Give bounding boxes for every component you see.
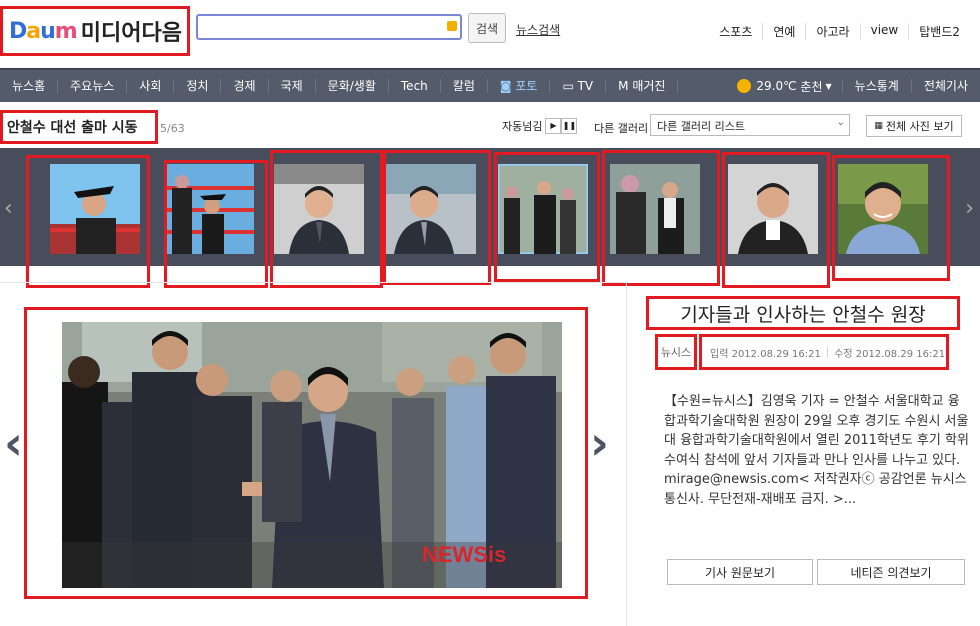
- article-body: 【수원=뉴시스】김영욱 기자 = 안철수 서울대학교 융합과학기술대학원 원장이…: [664, 394, 969, 507]
- article-source[interactable]: 뉴시스: [655, 334, 697, 370]
- search-input[interactable]: [196, 14, 462, 40]
- autoplay-label: 자동넘김: [502, 120, 543, 133]
- nav-economy[interactable]: 경제: [221, 79, 269, 93]
- grid-icon: ▦: [874, 121, 883, 131]
- tv-icon: ▭: [562, 79, 578, 93]
- chevron-down-icon: ▼: [825, 81, 832, 91]
- weather-city: 춘천: [800, 79, 823, 94]
- nav-tv-label: TV: [577, 79, 594, 93]
- nav-politics[interactable]: 정치: [174, 79, 222, 93]
- nav-culture[interactable]: 문화/생활: [316, 79, 389, 93]
- thumbnail-5-highlight: [494, 152, 600, 282]
- nav-photo[interactable]: ◙ 포토: [488, 79, 551, 93]
- search-button[interactable]: 검색: [468, 13, 506, 43]
- nav-all-articles[interactable]: 전체기사: [912, 79, 980, 93]
- gallery-count: 5/63: [160, 122, 185, 135]
- top-nav-entertainment[interactable]: 연예: [762, 23, 805, 40]
- divider: [0, 282, 626, 283]
- site-title: 미디어다음: [80, 21, 182, 46]
- thumbnail-4-highlight: [383, 150, 491, 285]
- nav-news-stats[interactable]: 뉴스통계: [841, 79, 912, 93]
- nav-tech[interactable]: Tech: [389, 79, 441, 93]
- thumbnail-7-highlight: [722, 152, 830, 288]
- separator: |: [825, 346, 830, 358]
- news-search-link[interactable]: 뉴스검색: [516, 21, 560, 38]
- nav-tv[interactable]: ▭ TV: [550, 79, 607, 93]
- thumbnail-1-highlight: [26, 155, 150, 288]
- original-article-button[interactable]: 기사 원문보기: [667, 559, 813, 585]
- other-gallery-label: 다른 갤러리: [594, 122, 649, 135]
- sun-icon: [737, 79, 752, 93]
- top-nav-view[interactable]: view: [859, 23, 909, 40]
- nav-top-news[interactable]: 주요뉴스: [58, 79, 128, 93]
- top-nav: 스포츠 연예 아고라 view 탑밴드2: [709, 23, 970, 40]
- nav-magazine-label: 매거진: [632, 79, 666, 93]
- nav-magazine[interactable]: M 매거진: [606, 79, 679, 93]
- top-nav-topband[interactable]: 탑밴드2: [908, 23, 970, 40]
- weather-temp: 29.0℃: [756, 79, 797, 93]
- thumbnail-6-highlight: [602, 150, 720, 286]
- other-gallery-select[interactable]: 다른 갤러리 리스트 ⌄: [650, 114, 850, 136]
- autoplay-control: 자동넘김 ▶ ❚❚: [502, 118, 578, 134]
- chevron-down-icon: ⌄: [836, 117, 845, 128]
- nav-world[interactable]: 국제: [269, 79, 316, 93]
- main-photo-highlight: [24, 307, 588, 599]
- strip-next-icon[interactable]: ›: [965, 196, 974, 221]
- article-dates: 입력 2012.08.29 16:21 | 수정 2012.08.29 16:2…: [699, 334, 949, 370]
- nav-news-home[interactable]: 뉴스홈: [0, 79, 59, 93]
- gallery-title: 안철수 대선 출마 시동: [0, 110, 158, 144]
- site-logo[interactable]: Daum 미디어다음: [0, 6, 190, 56]
- divider: [626, 282, 627, 626]
- thumbnail-2-highlight: [164, 160, 268, 288]
- next-photo-icon[interactable]: ›: [590, 416, 609, 470]
- prev-photo-icon[interactable]: ‹: [4, 416, 23, 470]
- pause-icon[interactable]: ❚❚: [561, 118, 578, 134]
- strip-prev-icon[interactable]: ‹: [4, 196, 13, 221]
- nav-society[interactable]: 사회: [127, 79, 175, 93]
- top-nav-sports[interactable]: 스포츠: [709, 23, 762, 40]
- all-photos-label: 전체 사진 보기: [885, 120, 954, 133]
- article-edit-date: 수정 2012.08.29 16:21: [834, 348, 946, 360]
- article-input-date: 입력 2012.08.29 16:21: [710, 348, 821, 360]
- magazine-icon: M: [618, 79, 633, 93]
- nav-photo-label: 포토: [515, 79, 538, 93]
- thumbnail-8-highlight: [832, 155, 950, 281]
- nav-column[interactable]: 칼럼: [441, 79, 488, 93]
- article-title: 기자들과 인사하는 안철수 원장: [646, 296, 960, 330]
- main-nav: 뉴스홈 주요뉴스 사회 정치 경제 국제 문화/생활 Tech 칼럼 ◙ 포토 …: [0, 68, 980, 102]
- weather-widget[interactable]: 29.0℃ 춘천 ▼: [727, 78, 841, 95]
- nav-right: 29.0℃ 춘천 ▼ 뉴스통계 전체기사: [727, 78, 980, 95]
- camera-icon: ◙: [499, 79, 516, 93]
- thumbnail-3-highlight: [270, 150, 383, 288]
- netizen-opinion-button[interactable]: 네티즌 의견보기: [817, 559, 965, 585]
- top-nav-agora[interactable]: 아고라: [805, 23, 859, 40]
- daum-logo: Daum: [9, 18, 78, 44]
- other-gallery-value: 다른 갤러리 리스트: [657, 120, 745, 133]
- keyboard-icon[interactable]: [447, 21, 457, 31]
- play-icon[interactable]: ▶: [545, 118, 562, 134]
- all-photos-button[interactable]: ▦ 전체 사진 보기: [866, 115, 962, 137]
